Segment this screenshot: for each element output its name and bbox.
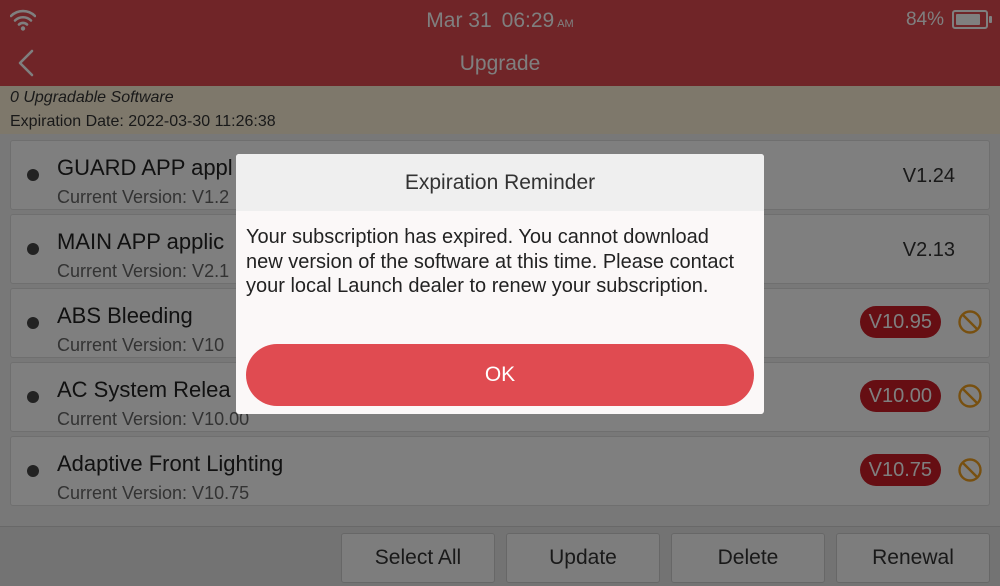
expiration-dialog: Expiration Reminder Your subscription ha… bbox=[236, 154, 764, 414]
dialog-message: Your subscription has expired. You canno… bbox=[246, 226, 735, 297]
dialog-title: Expiration Reminder bbox=[236, 154, 764, 211]
ok-button[interactable]: OK bbox=[246, 344, 754, 406]
